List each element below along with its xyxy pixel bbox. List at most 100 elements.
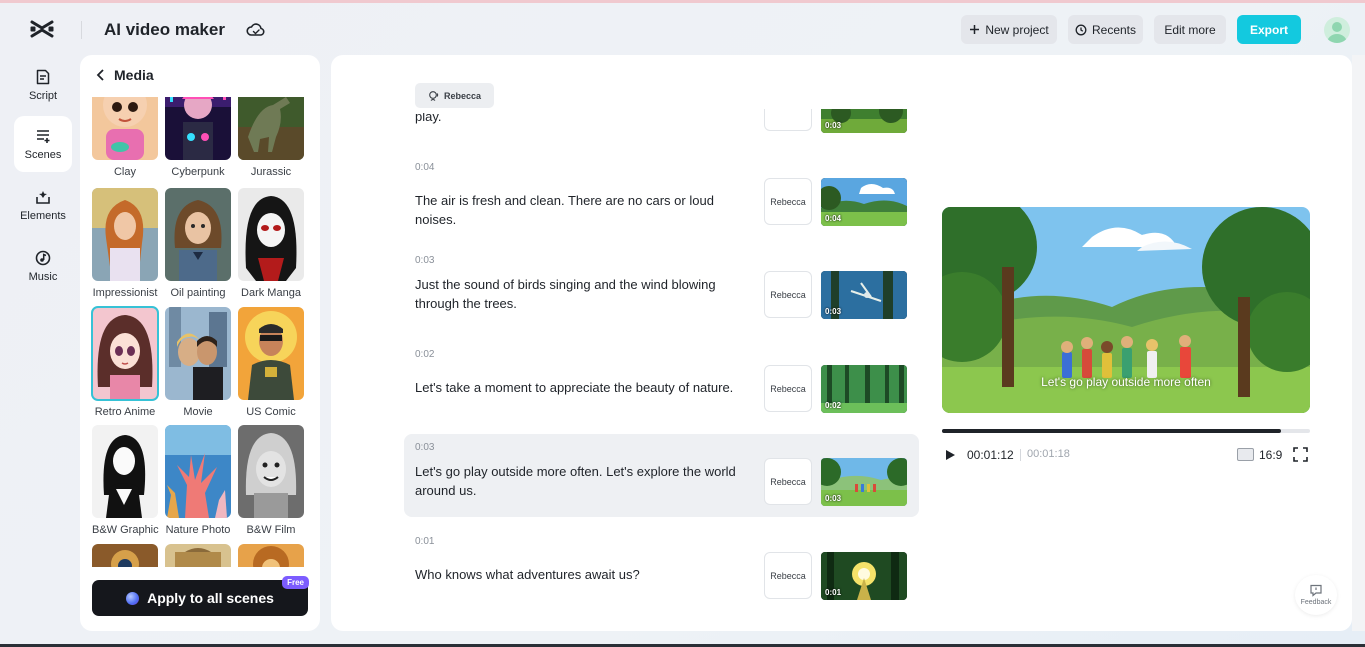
style-tile-retro-anime[interactable]: Retro Anime xyxy=(92,307,158,418)
scene-voice-button[interactable]: Rebecca xyxy=(764,271,812,318)
scene-row-active[interactable]: 0:03 Let's go play outside more often. L… xyxy=(404,434,919,517)
style-tile-nature-photo[interactable]: Nature Photo xyxy=(165,425,231,536)
app-title: AI video maker xyxy=(104,20,225,40)
scene-duration: 0:02 xyxy=(825,401,841,410)
style-tile-dark-manga[interactable]: Dark Manga xyxy=(238,188,304,299)
scene-text[interactable]: Who knows what adventures await us? xyxy=(415,565,755,584)
oil-painting-thumbnail xyxy=(165,188,231,281)
style-tile-oil-painting[interactable]: Oil painting xyxy=(165,188,231,299)
style-label: Movie xyxy=(165,406,231,418)
plus-icon xyxy=(969,24,980,35)
user-icon xyxy=(1324,17,1350,43)
scene-text[interactable]: Let's take a moment to appreciate the be… xyxy=(415,378,755,397)
impressionist-thumbnail xyxy=(92,188,158,281)
voice-box-partial[interactable] xyxy=(764,109,812,131)
export-button[interactable]: Export xyxy=(1237,15,1301,44)
edit-more-button[interactable]: Edit more xyxy=(1154,15,1226,44)
scene-duration: 0:03 xyxy=(825,307,841,316)
aspect-ratio-icon[interactable] xyxy=(1237,448,1254,461)
nav-scenes-label: Scenes xyxy=(25,149,62,161)
new-project-button[interactable]: New project xyxy=(961,15,1057,44)
style-label: Cyberpunk xyxy=(165,166,231,178)
capcut-logo[interactable] xyxy=(30,19,54,39)
feedback-button[interactable]: Feedback xyxy=(1295,575,1337,615)
header-divider xyxy=(81,21,82,39)
scene-voice-button[interactable]: Rebecca xyxy=(764,552,812,599)
scene-text[interactable]: Let's go play outside more often. Let's … xyxy=(415,462,755,500)
media-header[interactable]: Media xyxy=(96,67,154,83)
scene-thumbnail-partial[interactable]: 0:03 xyxy=(821,109,907,133)
style-tile-cyberpunk[interactable]: Cyberpunk xyxy=(165,97,231,178)
clock-icon xyxy=(1075,24,1087,36)
current-time: 00:01:12 xyxy=(967,448,1014,462)
media-title: Media xyxy=(114,67,154,83)
apply-to-all-scenes-button[interactable]: Apply to all scenes Free xyxy=(92,580,308,616)
movie-thumbnail xyxy=(165,307,231,400)
voice-chip[interactable]: Rebecca xyxy=(415,83,494,108)
scene-row[interactable]: 0:01 Who knows what adventures await us?… xyxy=(404,528,919,611)
style-label: Jurassic xyxy=(238,166,304,178)
apply-label: Apply to all scenes xyxy=(147,590,274,606)
scene-duration: 0:03 xyxy=(825,494,841,503)
scene-text[interactable]: Just the sound of birds singing and the … xyxy=(415,275,755,313)
style-grid: Clay Cyberpunk Jurassic Impressionist xyxy=(91,97,313,567)
style-tile-more-1[interactable] xyxy=(92,544,158,567)
main-panel: Rebecca play. 0:03 0:04 The air is fresh… xyxy=(331,55,1352,631)
scene-thumbnail[interactable]: 0:03 xyxy=(821,271,907,319)
voice-icon xyxy=(428,90,440,102)
scene-duration: 0:03 xyxy=(825,121,841,130)
scene-timestamp: 0:03 xyxy=(415,442,434,453)
nav-music[interactable]: Music xyxy=(14,238,72,294)
recents-button[interactable]: Recents xyxy=(1068,15,1143,44)
scene-thumbnail[interactable]: 0:04 xyxy=(821,178,907,226)
style-tile-more-2[interactable] xyxy=(165,544,231,567)
scene-thumbnail[interactable]: 0:01 xyxy=(821,552,907,600)
style-label: Clay xyxy=(92,166,158,178)
scene-voice-button[interactable]: Rebecca xyxy=(764,458,812,505)
style-tile-more-3[interactable] xyxy=(238,544,304,567)
style-tile-us-comic[interactable]: US Comic xyxy=(238,307,304,418)
style-tile-jurassic[interactable]: Jurassic xyxy=(238,97,304,178)
nav-script-label: Script xyxy=(29,90,57,102)
scene-thumbnail[interactable]: 0:02 xyxy=(821,365,907,413)
style-tile-clay[interactable]: Clay xyxy=(92,97,158,178)
playback-progress-bar[interactable] xyxy=(942,429,1310,433)
user-avatar[interactable] xyxy=(1324,17,1350,43)
edit-more-label: Edit more xyxy=(1164,23,1215,37)
scene-timestamp: 0:01 xyxy=(415,536,434,547)
style-tile-impressionist[interactable]: Impressionist xyxy=(92,188,158,299)
nav-script[interactable]: Script xyxy=(14,57,72,113)
scene-thumbnail[interactable]: 0:03 xyxy=(821,458,907,506)
feedback-label: Feedback xyxy=(1301,599,1332,606)
video-subtitle: Let's go play outside more often xyxy=(942,375,1310,389)
style-tile-bw-film[interactable]: B&W Film xyxy=(238,425,304,536)
cloud-sync-icon[interactable] xyxy=(246,21,266,39)
scene-voice-button[interactable]: Rebecca xyxy=(764,365,812,412)
time-divider xyxy=(1020,449,1021,461)
scene-text[interactable]: The air is fresh and clean. There are no… xyxy=(415,191,755,229)
elements-icon xyxy=(34,188,52,206)
back-chevron-icon[interactable] xyxy=(96,69,106,81)
top-accent-line xyxy=(0,0,1365,3)
scene-row[interactable]: 0:04 The air is fresh and clean. There a… xyxy=(404,154,919,237)
aspect-ratio-label[interactable]: 16:9 xyxy=(1259,448,1282,462)
scene-text-partial: play. xyxy=(415,109,442,124)
nav-scenes[interactable]: Scenes xyxy=(14,116,72,172)
play-icon[interactable] xyxy=(943,448,957,462)
us-comic-thumbnail xyxy=(238,307,304,400)
nav-elements[interactable]: Elements xyxy=(14,177,72,233)
style-label: Dark Manga xyxy=(238,287,304,299)
music-icon xyxy=(34,249,52,267)
style-tile-bw-graphic[interactable]: B&W Graphic xyxy=(92,425,158,536)
progress-fill xyxy=(942,429,1281,433)
bw-film-thumbnail xyxy=(238,425,304,518)
scene-row[interactable]: 0:02 Let's take a moment to appreciate t… xyxy=(404,341,919,424)
scene-timestamp: 0:03 xyxy=(415,255,434,266)
scene-voice-button[interactable]: Rebecca xyxy=(764,178,812,225)
page-scrollbar[interactable] xyxy=(1352,55,1365,631)
scene-timestamp: 0:02 xyxy=(415,349,434,360)
scene-row[interactable]: 0:03 Just the sound of birds singing and… xyxy=(404,247,919,330)
video-preview[interactable]: Let's go play outside more often xyxy=(942,207,1310,413)
fullscreen-icon[interactable] xyxy=(1293,447,1308,462)
style-tile-movie[interactable]: Movie xyxy=(165,307,231,418)
